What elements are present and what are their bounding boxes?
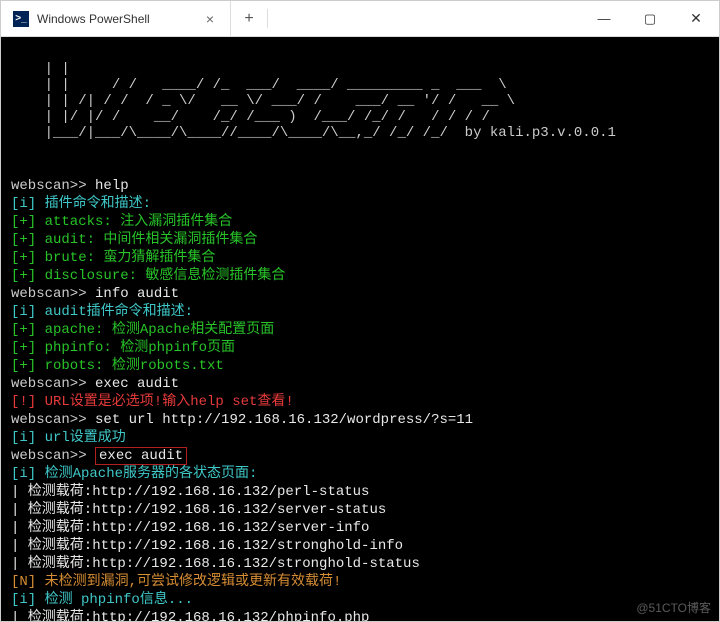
tab-title: Windows PowerShell	[37, 12, 194, 26]
line-info: [i] 插件命令和描述:	[11, 196, 151, 212]
tab-powershell[interactable]: >_ Windows PowerShell ×	[1, 1, 231, 36]
line-payload: | 检测载荷:http://192.168.16.132/stronghold-…	[11, 556, 420, 572]
line-plugin: [+] attacks: 注入漏洞插件集合	[11, 214, 232, 230]
ascii-banner: | | | | / / ____/ /_ ___/ ____/ ________…	[11, 61, 709, 141]
line-plugin: [+] apache: 检测Apache相关配置页面	[11, 322, 274, 338]
line-info: [i] url设置成功	[11, 430, 126, 446]
line-warning: [!] URL设置是必选项!输入help set查看!	[11, 394, 294, 410]
watermark: @51CTO博客	[636, 599, 711, 617]
line-info: [i] 检测 phpinfo信息...	[11, 592, 193, 608]
prompt: webscan>> exec audit	[11, 447, 187, 465]
minimize-button[interactable]: —	[581, 1, 627, 36]
line-plugin: [+] disclosure: 敏感信息检测插件集合	[11, 268, 285, 284]
close-button[interactable]: ✕	[673, 1, 719, 36]
titlebar-drag-area[interactable]	[268, 1, 581, 36]
prompt: webscan>> set url http://192.168.16.132/…	[11, 412, 473, 428]
line-payload: | 检测载荷:http://192.168.16.132/server-info	[11, 520, 369, 536]
prompt: webscan>> exec audit	[11, 376, 179, 392]
prompt: webscan>> info audit	[11, 286, 179, 302]
window: >_ Windows PowerShell × + — ▢ ✕ | | | | …	[0, 0, 720, 622]
line-payload: | 检测载荷:http://192.168.16.132/server-stat…	[11, 502, 386, 518]
line-notice: [N] 未检测到漏洞,可尝试修改逻辑或更新有效载荷!	[11, 574, 341, 590]
line-info: [i] 检测Apache服务器的各状态页面:	[11, 466, 257, 482]
maximize-button[interactable]: ▢	[627, 1, 673, 36]
powershell-icon: >_	[13, 11, 29, 27]
line-payload: | 检测载荷:http://192.168.16.132/perl-status	[11, 484, 369, 500]
tab-close-button[interactable]: ×	[202, 11, 218, 27]
line-payload: | 检测载荷:http://192.168.16.132/stronghold-…	[11, 538, 403, 554]
prompt: webscan>> help	[11, 178, 129, 194]
highlighted-command: exec audit	[95, 447, 187, 465]
line-plugin: [+] phpinfo: 检测phpinfo页面	[11, 340, 235, 356]
terminal-body[interactable]: | | | | / / ____/ /_ ___/ ____/ ________…	[1, 37, 719, 621]
line-plugin: [+] brute: 蛮力猜解插件集合	[11, 250, 215, 266]
line-info: [i] audit插件命令和描述:	[11, 304, 193, 320]
line-plugin: [+] audit: 中间件相关漏洞插件集合	[11, 232, 257, 248]
line-payload: | 检测载荷:http://192.168.16.132/phpinfo.php	[11, 610, 369, 621]
new-tab-button[interactable]: +	[231, 1, 267, 36]
titlebar: >_ Windows PowerShell × + — ▢ ✕	[1, 1, 719, 37]
line-blank	[11, 160, 19, 176]
line-plugin: [+] robots: 检测robots.txt	[11, 358, 224, 374]
